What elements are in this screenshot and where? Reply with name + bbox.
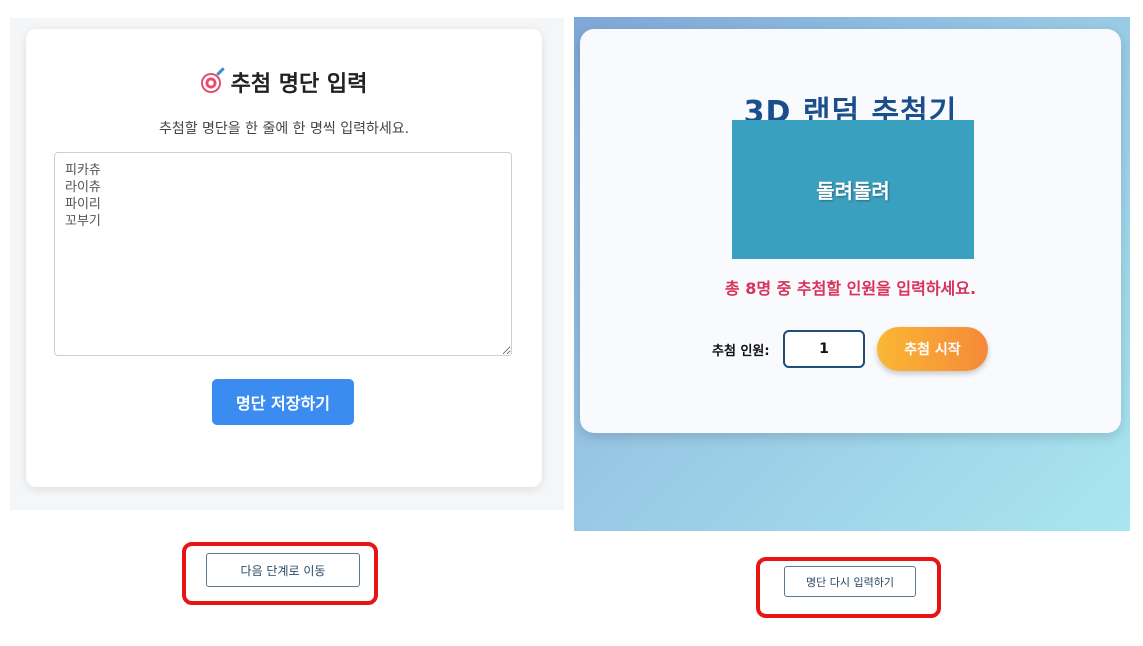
names-textarea[interactable] (54, 152, 512, 356)
count-label: 추첨 인원: (712, 344, 770, 359)
highlight-box-next (182, 542, 378, 605)
info-text: 총 8명 중 추첨할 인원을 입력하세요. (724, 279, 977, 298)
spin-text: 돌려돌려 (816, 179, 890, 203)
start-draw-button[interactable]: 추첨 시작 (877, 327, 988, 371)
title-text: 추첨 명단 입력 (230, 72, 368, 97)
instruction-text: 추첨할 명단을 한 줄에 한 명씩 입력하세요. (158, 121, 410, 137)
target-icon (200, 73, 221, 93)
spin-display: 돌려돌려 (732, 120, 974, 259)
save-list-button[interactable]: 명단 저장하기 (212, 379, 354, 425)
highlight-box-reenter (756, 557, 941, 618)
page-title: 추첨 명단 입력 (26, 66, 542, 98)
draw-count-input[interactable] (783, 330, 865, 368)
